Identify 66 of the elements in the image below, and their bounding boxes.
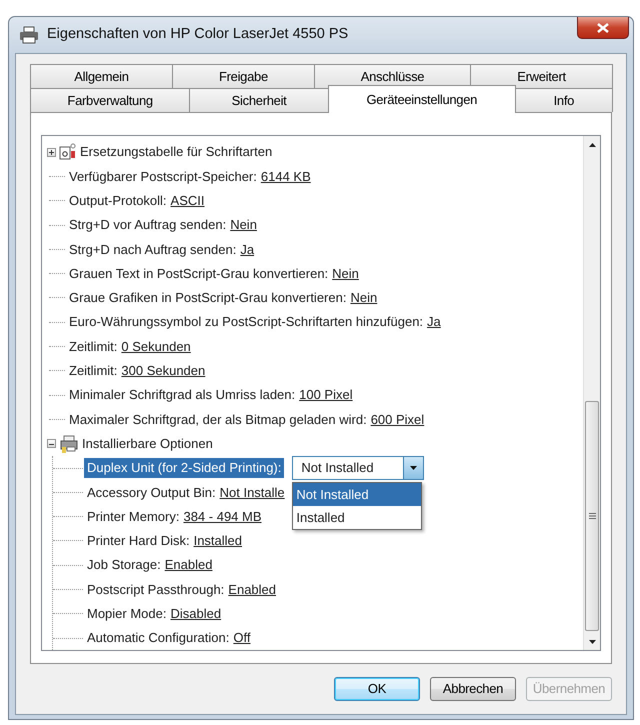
dropdown-option[interactable]: Installed	[293, 506, 422, 529]
setting-label: Printer Memory:	[87, 508, 180, 526]
dropdown-value: Not Installed	[301, 459, 374, 478]
setting-label: Printer Hard Disk:	[87, 532, 190, 550]
tab[interactable]: Sicherheit	[189, 88, 329, 112]
window-title: Eigenschaften von HP Color LaserJet 4550 PS	[47, 25, 348, 44]
setting-value[interactable]: Nein	[332, 264, 359, 284]
dropdown[interactable]: Not Installed	[292, 456, 424, 480]
grip-icon	[588, 513, 596, 519]
setting-value[interactable]: 0 Sekunden	[121, 336, 191, 356]
setting-label: Zeitlimit:	[69, 338, 118, 356]
group-label[interactable]: Installierbare Optionen	[82, 434, 213, 454]
close-button[interactable]	[577, 17, 629, 39]
tab[interactable]: Info	[514, 88, 613, 112]
setting-label: Euro-Währungssymbol zu PostScript-Schriftarten hinzufügen:	[69, 313, 424, 332]
setting-value[interactable]: Disabled	[170, 604, 222, 624]
setting-label: Duplex Unit (for 2-Sided Printing):	[84, 458, 284, 478]
dropdown-option[interactable]: Not Installed	[293, 483, 422, 506]
setting-label: Grauen Text in PostScript-Grau konvertieren:	[69, 264, 328, 283]
setting-value[interactable]: Off	[233, 628, 250, 648]
setting-value[interactable]: Ja	[427, 312, 441, 332]
scroll-thumb[interactable]	[585, 401, 599, 631]
setting-value[interactable]: 300 Sekunden	[121, 361, 206, 381]
setting-value[interactable]: 384 - 494 MB	[183, 506, 262, 526]
tab[interactable]: Erweitert	[470, 64, 613, 88]
setting-label: Output-Protokoll:	[69, 192, 167, 210]
setting-value[interactable]: Enabled	[164, 555, 212, 575]
setting-label: Postscript Passthrough:	[87, 580, 224, 599]
setting-value[interactable]: Installed	[194, 531, 242, 551]
setting-label: Accessory Output Bin:	[87, 484, 216, 502]
setting-value[interactable]: 600 Pixel	[370, 410, 424, 430]
tab[interactable]: Allgemein	[30, 64, 173, 88]
font-file-icon	[59, 143, 77, 162]
collapse-toggle[interactable]	[47, 439, 56, 448]
dialog-button[interactable]: OK	[334, 677, 420, 701]
setting-value[interactable]: 100 Pixel	[299, 385, 353, 405]
setting-label: Maximaler Schriftgrad, der als Bitmap geladen wird:	[69, 410, 367, 429]
setting-value[interactable]: 6144 KB	[260, 166, 311, 186]
setting-label: Strg+D vor Auftrag senden:	[69, 216, 226, 234]
scroll-up-icon[interactable]	[588, 142, 596, 146]
expand-toggle[interactable]	[47, 148, 56, 157]
printer-icon	[19, 26, 39, 44]
setting-label: Job Storage:	[87, 556, 161, 574]
setting-label: Automatic Configuration:	[87, 629, 230, 648]
setting-value[interactable]: Enabled	[228, 580, 276, 600]
setting-label: Mopier Mode:	[87, 605, 166, 624]
scrollbar[interactable]	[583, 136, 600, 650]
setting-label: Minimaler Schriftgrad als Umriss laden:	[69, 386, 296, 404]
tab[interactable]: Farbverwaltung	[30, 88, 190, 112]
setting-label: Strg+D nach Auftrag senden:	[69, 240, 236, 259]
setting-value[interactable]: Not Installe	[220, 482, 285, 502]
setting-value[interactable]: Ja	[240, 240, 254, 260]
setting-value[interactable]: ASCII	[170, 190, 205, 210]
setting-label: Graue Grafiken in PostScript-Grau konvertieren:	[69, 289, 346, 308]
scroll-down-icon[interactable]	[588, 640, 596, 644]
setting-value[interactable]: Nein	[350, 288, 378, 308]
setting-label: Zeitlimit:	[69, 362, 118, 380]
group-label[interactable]: Ersetzungstabelle für Schriftarten	[80, 142, 272, 162]
setting-label: Verfügbarer Postscript-Speicher:	[69, 168, 257, 186]
tab[interactable]: Geräteeinstellungen	[328, 85, 516, 113]
dropdown-arrow-icon	[410, 466, 418, 470]
tab[interactable]: Freigabe	[172, 64, 315, 88]
printer-icon	[59, 434, 79, 453]
close-icon	[597, 22, 609, 32]
dialog-button[interactable]: Abbrechen	[430, 677, 516, 701]
setting-value[interactable]: Nein	[230, 215, 257, 235]
